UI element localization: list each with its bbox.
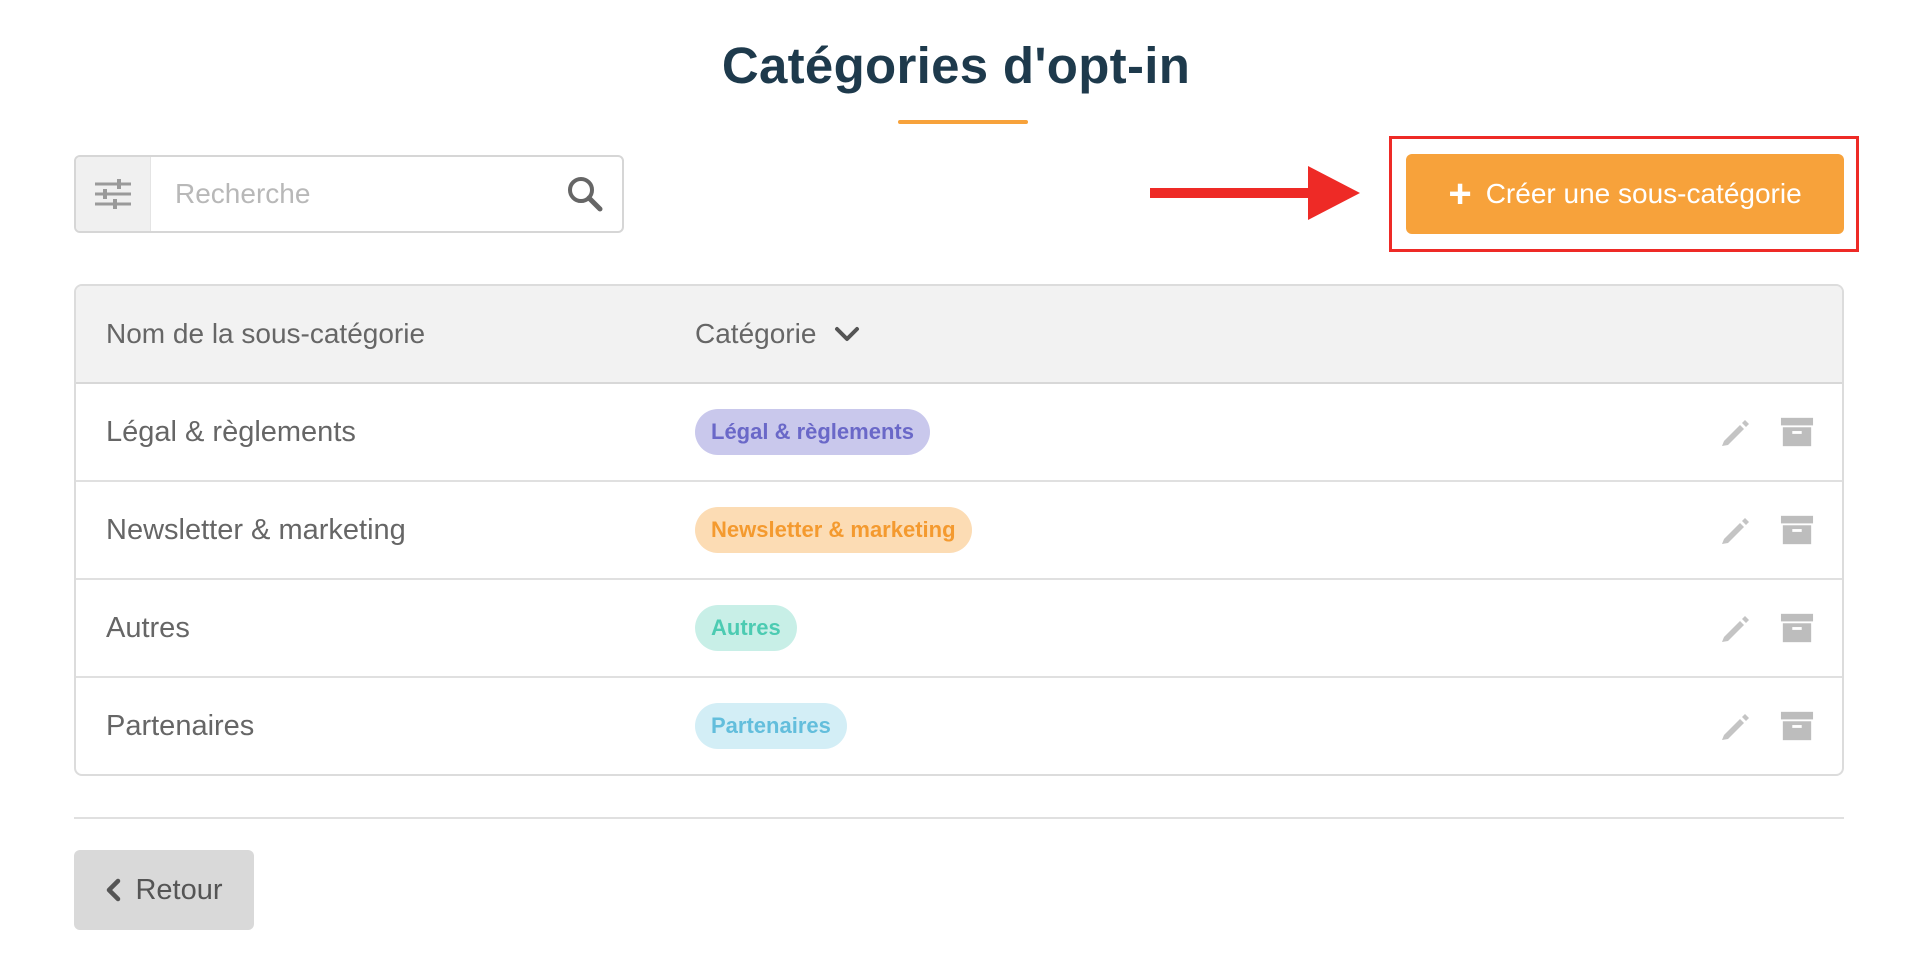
table-row: Newsletter & marketing Newsletter & mark… — [76, 482, 1842, 580]
title-underline — [898, 120, 1028, 124]
row-category-cell: Newsletter & marketing — [695, 507, 1718, 553]
row-name: Partenaires — [106, 709, 255, 742]
category-badge: Légal & règlements — [695, 409, 930, 455]
table-row: Légal & règlements Légal & règlements — [76, 384, 1842, 482]
header-category-label: Catégorie — [695, 318, 817, 349]
create-subcategory-button[interactable]: + Créer une sous-catégorie — [1406, 154, 1844, 234]
edit-button[interactable] — [1718, 513, 1752, 547]
category-badge: Autres — [695, 605, 797, 651]
chevron-left-icon — [105, 878, 121, 902]
row-name: Autres — [106, 611, 190, 644]
row-actions — [1718, 513, 1842, 547]
edit-button[interactable] — [1718, 709, 1752, 743]
edit-button[interactable] — [1718, 415, 1752, 449]
row-name: Légal & règlements — [106, 415, 356, 448]
header-name: Nom de la sous-catégorie — [106, 318, 426, 349]
archive-icon — [1780, 711, 1814, 741]
plus-icon: + — [1448, 172, 1472, 216]
row-category-cell: Autres — [695, 605, 1718, 651]
row-category-cell: Partenaires — [695, 703, 1718, 749]
back-button[interactable]: Retour — [74, 850, 254, 930]
back-label: Retour — [135, 873, 223, 906]
archive-button[interactable] — [1780, 415, 1814, 449]
filter-sliders-icon — [95, 179, 131, 209]
edit-button[interactable] — [1718, 611, 1752, 645]
footer-divider — [74, 817, 1844, 819]
row-actions — [1718, 709, 1842, 743]
pencil-icon — [1722, 714, 1749, 740]
category-badge: Newsletter & marketing — [695, 507, 972, 553]
pencil-icon — [1722, 420, 1749, 446]
archive-button[interactable] — [1780, 513, 1814, 547]
search-button[interactable] — [548, 157, 622, 231]
archive-button[interactable] — [1780, 611, 1814, 645]
subcategory-table: Nom de la sous-catégorie Catégorie Légal… — [74, 284, 1844, 776]
annotation-arrow — [1150, 166, 1360, 220]
table-row: Partenaires Partenaires — [76, 678, 1842, 774]
search-icon — [568, 177, 603, 212]
archive-icon — [1780, 515, 1814, 545]
archive-button[interactable] — [1780, 709, 1814, 743]
search-input[interactable] — [151, 158, 548, 230]
archive-icon — [1780, 613, 1814, 643]
create-subcategory-label: Créer une sous-catégorie — [1485, 178, 1802, 209]
table-row: Autres Autres — [76, 580, 1842, 678]
filter-button[interactable] — [76, 157, 151, 231]
pencil-icon — [1722, 518, 1749, 544]
row-actions — [1718, 415, 1842, 449]
page-title: Catégories d'opt-in — [721, 37, 1191, 94]
chevron-down-icon[interactable] — [834, 325, 860, 343]
category-badge: Partenaires — [695, 703, 847, 749]
archive-icon — [1780, 417, 1814, 447]
search-bar — [74, 155, 624, 233]
row-name: Newsletter & marketing — [106, 513, 406, 546]
table-header: Nom de la sous-catégorie Catégorie — [76, 286, 1842, 384]
row-category-cell: Légal & règlements — [695, 409, 1718, 455]
row-actions — [1718, 611, 1842, 645]
pencil-icon — [1722, 616, 1749, 642]
header-category[interactable]: Catégorie — [695, 318, 1842, 350]
